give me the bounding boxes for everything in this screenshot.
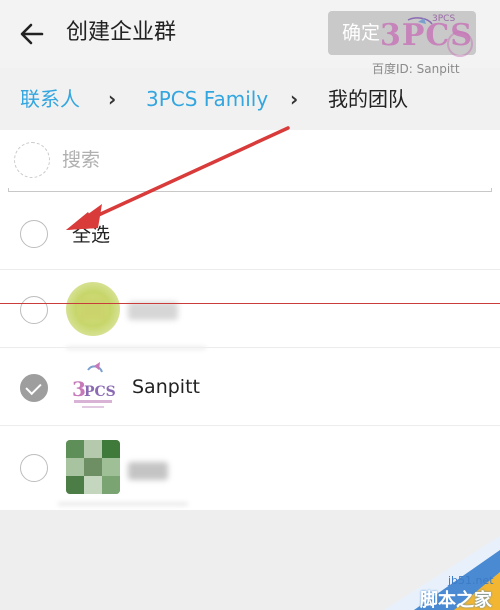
contact-avatar: 3 PCS — [66, 360, 120, 414]
contact-radio[interactable] — [20, 296, 48, 324]
search-input[interactable]: 搜索 — [62, 148, 100, 172]
search-underline — [8, 188, 492, 192]
contact-avatar — [66, 440, 120, 494]
contact-radio[interactable] — [20, 454, 48, 482]
contact-row[interactable] — [0, 270, 500, 350]
svg-text:PCS: PCS — [84, 384, 116, 400]
select-all-radio[interactable] — [20, 220, 48, 248]
member-list-panel: 搜索 全选 3 PCS Sanpitt — [0, 130, 500, 510]
page-title: 创建企业群 — [66, 20, 177, 45]
search-bar[interactable]: 搜索 — [0, 130, 500, 192]
annotation-line — [0, 303, 500, 304]
chevron-right-icon: › — [108, 87, 117, 111]
contact-row[interactable]: 3 PCS Sanpitt — [0, 348, 500, 426]
select-all-label: 全选 — [72, 224, 111, 246]
breadcrumb: 联系人 › 3PCS Family › 我的团队 — [0, 74, 500, 124]
contact-name-obscured — [128, 302, 178, 320]
screen: 创建企业群 确定 3PCS 3PCS 百度ID: Sanpitt 联系人 › 3… — [0, 0, 500, 610]
breadcrumb-contacts[interactable]: 联系人 — [20, 86, 80, 112]
back-button[interactable] — [16, 18, 48, 50]
contact-name-obscured — [128, 462, 168, 480]
contact-row[interactable] — [0, 426, 500, 510]
chevron-right-icon: › — [290, 87, 299, 111]
watermark-logo-text: 3PCS — [380, 18, 473, 53]
search-avatar-placeholder — [14, 142, 50, 178]
contact-name: Sanpitt — [132, 376, 200, 398]
contact-avatar — [66, 282, 120, 336]
select-all-row[interactable]: 全选 — [0, 198, 500, 270]
arrow-left-icon — [20, 23, 44, 45]
breadcrumb-family[interactable]: 3PCS Family — [146, 86, 268, 112]
breadcrumb-my-team: 我的团队 — [328, 87, 408, 111]
app-header: 创建企业群 确定 3PCS 3PCS 百度ID: Sanpitt — [0, 0, 500, 76]
watermark-small-text: 3PCS — [432, 14, 456, 24]
row-divider — [58, 502, 188, 506]
sanpitt-logo-icon: 3 PCS — [72, 362, 116, 408]
contact-radio-checked[interactable] — [20, 374, 48, 402]
watermark-site-cn: 脚本之家 — [420, 590, 492, 610]
